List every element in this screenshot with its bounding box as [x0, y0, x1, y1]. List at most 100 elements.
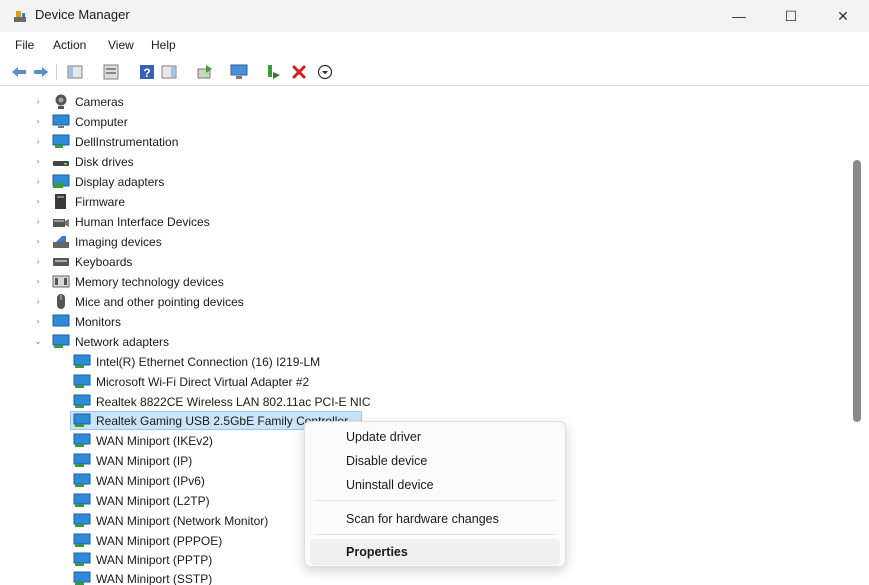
tree-item-dellinstrumentation[interactable]: › DellInstrumentation	[0, 132, 848, 151]
tree-item-cameras[interactable]: › Cameras	[0, 92, 848, 111]
tree-item-computer[interactable]: › Computer	[0, 112, 848, 131]
tree-item-keyboards[interactable]: › Keyboards	[0, 252, 848, 271]
tree-child-item[interactable]: Microsoft Wi-Fi Direct Virtual Adapter #…	[0, 372, 848, 391]
tree-item-label: Cameras	[75, 95, 124, 109]
tree-item-label: Firmware	[75, 195, 125, 209]
tree-item-label: Keyboards	[75, 255, 133, 269]
close-button[interactable]: ✕	[820, 0, 866, 32]
chevron-right-icon[interactable]: ›	[33, 315, 43, 327]
enable-device-icon[interactable]	[264, 63, 282, 81]
display-adapter-icon	[52, 174, 70, 188]
tree-item-label: Human Interface Devices	[75, 215, 210, 229]
tree-item-network-adapters[interactable]: ⌄ Network adapters	[0, 332, 848, 351]
computer-icon	[52, 114, 70, 128]
tree-item-label: Microsoft Wi-Fi Direct Virtual Adapter #…	[96, 375, 310, 389]
network-adapter-icon	[73, 571, 91, 585]
menu-file[interactable]: File	[15, 38, 34, 52]
tree-item-label: Network adapters	[75, 335, 170, 349]
chevron-right-icon[interactable]: ›	[33, 295, 43, 307]
tree-item-mice[interactable]: › Mice and other pointing devices	[0, 292, 848, 311]
tree-child-item[interactable]: Intel(R) Ethernet Connection (16) I219-L…	[0, 352, 848, 371]
download-icon[interactable]	[316, 63, 334, 81]
tree-item-display-adapters[interactable]: › Display adapters	[0, 172, 848, 191]
network-icon	[52, 334, 70, 348]
chevron-right-icon[interactable]: ›	[33, 215, 43, 227]
tree-item-label: Mice and other pointing devices	[75, 295, 244, 309]
uninstall-device-icon[interactable]	[290, 63, 308, 81]
close-icon: ✕	[837, 7, 849, 24]
network-adapter-icon	[73, 413, 91, 427]
tree-item-label: WAN Miniport (IP)	[96, 454, 193, 468]
update-driver-menu-item[interactable]: Update driver	[310, 424, 560, 450]
tree-item-label: WAN Miniport (Network Monitor)	[96, 514, 269, 528]
tree-item-label: Realtek 8822CE Wireless LAN 802.11ac PCI…	[96, 395, 371, 409]
help-icon[interactable]: ?	[138, 63, 156, 81]
network-adapter-icon	[73, 354, 91, 368]
firmware-icon	[55, 194, 66, 209]
tree-item-label: Computer	[75, 115, 128, 129]
menu-item-label: Properties	[346, 545, 408, 559]
tree-item-disk-drives[interactable]: › Disk drives	[0, 152, 848, 171]
tree-item-label: Memory technology devices	[75, 275, 224, 289]
chevron-right-icon[interactable]: ›	[33, 155, 43, 167]
action-pane-icon[interactable]	[160, 63, 178, 81]
chevron-right-icon[interactable]: ›	[33, 115, 43, 127]
network-adapter-icon	[73, 433, 91, 447]
menu-bar: File Action View Help	[0, 32, 869, 58]
chevron-right-icon[interactable]: ›	[33, 255, 43, 267]
tree-child-item[interactable]: Realtek 8822CE Wireless LAN 802.11ac PCI…	[0, 392, 848, 411]
scan-for-hardware-changes-menu-item[interactable]: Scan for hardware changes	[310, 506, 560, 532]
menu-item-label: Uninstall device	[346, 478, 434, 492]
chevron-down-icon[interactable]: ⌄	[33, 335, 43, 347]
tree-item-label: WAN Miniport (PPPOE)	[96, 534, 223, 548]
tree-item-human-interface-devices[interactable]: › Human Interface Devices	[0, 212, 848, 231]
tree-item-label: Monitors	[75, 315, 122, 329]
forward-icon[interactable]	[32, 63, 50, 81]
disk-drive-icon	[53, 161, 69, 166]
minimize-icon: —	[732, 8, 746, 24]
chevron-right-icon[interactable]: ›	[33, 235, 43, 247]
menu-item-label: Update driver	[346, 430, 422, 444]
chevron-right-icon[interactable]: ›	[33, 95, 43, 107]
toolbar: ?	[0, 58, 869, 86]
context-menu: Update driver Disable device Uninstall d…	[304, 421, 566, 567]
keyboard-icon	[53, 258, 69, 266]
chevron-right-icon[interactable]: ›	[33, 275, 43, 287]
tree-item-label: WAN Miniport (L2TP)	[96, 494, 210, 508]
vertical-scrollbar[interactable]	[848, 86, 869, 585]
network-adapter-icon	[73, 533, 91, 547]
back-icon[interactable]	[10, 63, 28, 81]
menu-separator	[315, 500, 555, 501]
tree-item-label: Disk drives	[75, 155, 134, 169]
tree-item-firmware[interactable]: › Firmware	[0, 192, 848, 211]
tree-item-imaging-devices[interactable]: › Imaging devices	[0, 232, 848, 251]
update-driver-icon[interactable]	[196, 63, 214, 81]
show-hide-console-tree-icon[interactable]	[66, 63, 84, 81]
maximize-button[interactable]: ☐	[768, 0, 814, 32]
scan-hardware-icon[interactable]	[230, 63, 248, 81]
imaging-icon	[53, 236, 69, 248]
chevron-right-icon[interactable]: ›	[33, 175, 43, 187]
tree-item-label: DellInstrumentation	[75, 135, 179, 149]
maximize-icon: ☐	[784, 7, 798, 24]
scrollbar-thumb[interactable]	[853, 160, 861, 422]
network-adapter-icon	[73, 493, 91, 507]
chevron-right-icon[interactable]: ›	[33, 135, 43, 147]
minimize-button[interactable]: —	[716, 0, 762, 32]
tree-item-memory-technology-devices[interactable]: › Memory technology devices	[0, 272, 848, 291]
network-adapter-icon	[73, 513, 91, 527]
tree-child-item[interactable]: WAN Miniport (SSTP)	[0, 569, 848, 585]
uninstall-device-menu-item[interactable]: Uninstall device	[310, 472, 560, 498]
tree-item-monitors[interactable]: › Monitors	[0, 312, 848, 331]
tree-item-label: WAN Miniport (PPTP)	[96, 553, 213, 567]
tree-item-label: Intel(R) Ethernet Connection (16) I219-L…	[96, 355, 321, 369]
menu-separator	[315, 534, 555, 535]
properties-sheet-icon[interactable]	[102, 63, 120, 81]
device-manager-icon	[14, 11, 26, 22]
disable-device-menu-item[interactable]: Disable device	[310, 448, 560, 474]
menu-view[interactable]: View	[108, 38, 134, 52]
menu-help[interactable]: Help	[151, 38, 176, 52]
properties-menu-item[interactable]: Properties	[310, 539, 560, 565]
chevron-right-icon[interactable]: ›	[33, 195, 43, 207]
menu-action[interactable]: Action	[53, 38, 86, 52]
